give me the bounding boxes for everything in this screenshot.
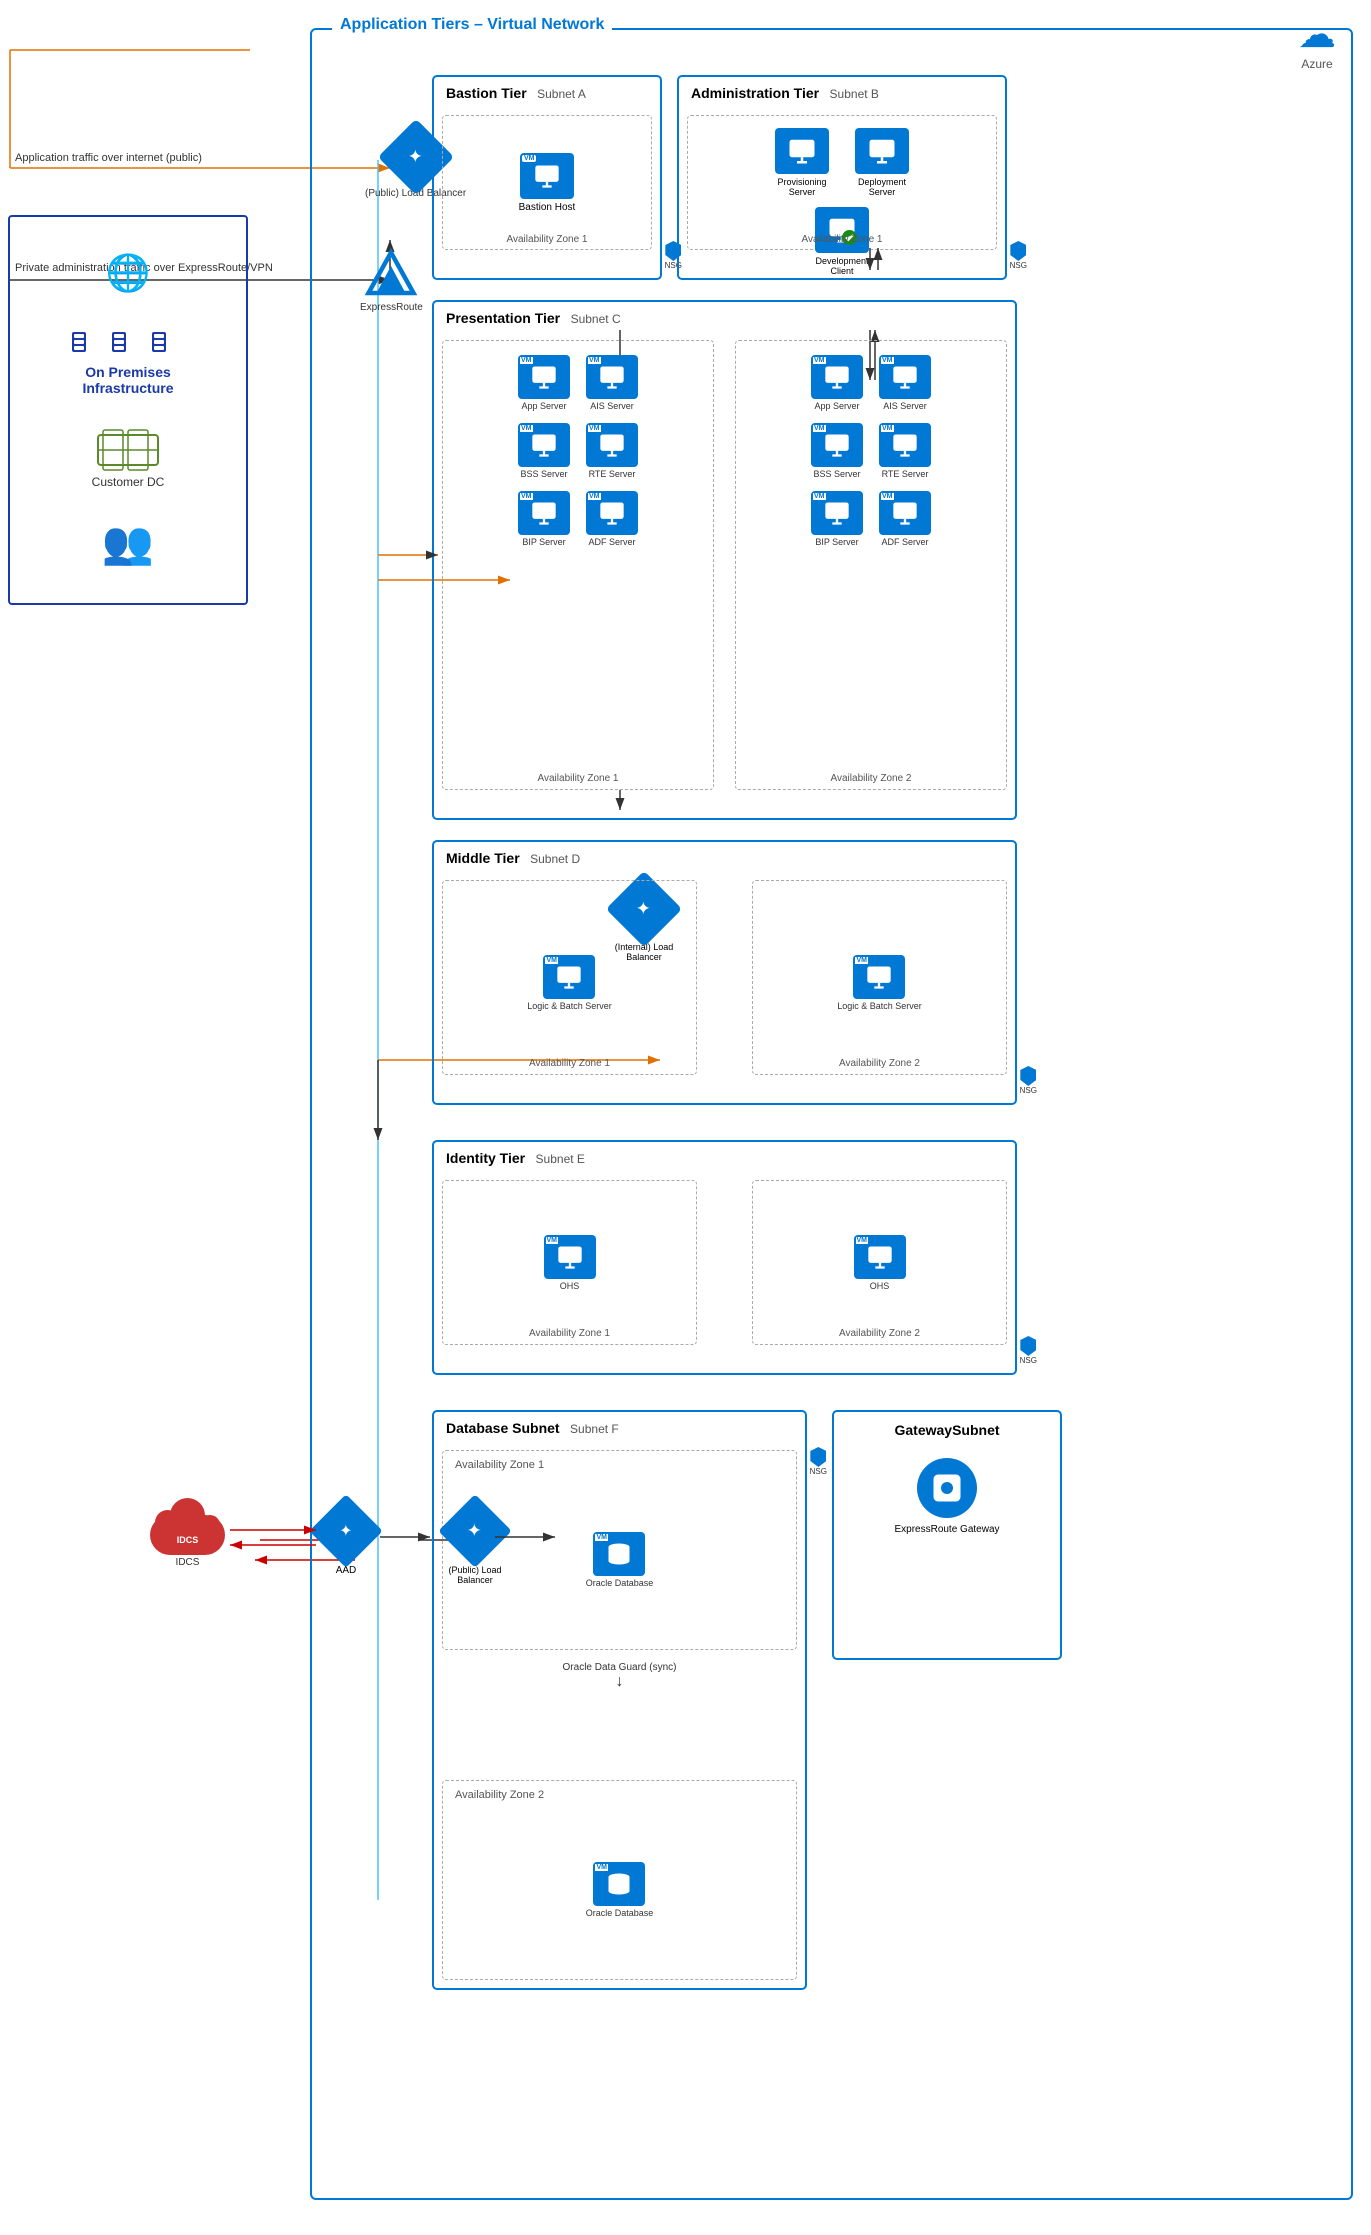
db-az1-icon: VM Oracle Database (586, 1532, 654, 1588)
middle-az1-box: VM Logic & Batch Server Availability Zon… (442, 880, 697, 1075)
bastion-tier-title: Bastion Tier Subnet A (446, 85, 586, 103)
gateway-subnet-title: GatewaySubnet (894, 1422, 999, 1438)
identity-lb-icon: ✦ (Public) Load Balancer (435, 1505, 515, 1585)
on-premises-box: 🌐 On PremisesInfrastructure Customer DC … (8, 215, 248, 605)
customer-dc-label: Customer DC (92, 475, 165, 489)
admin-nsg: NSG (1010, 241, 1027, 270)
db-az2-icon: VM Oracle Database (586, 1862, 654, 1918)
pres-az1-label: Availability Zone 1 (538, 773, 619, 784)
pres-az2-bss-server: VM BSS Server (811, 423, 863, 479)
pres-az2-rte-server: VM RTE Server (879, 423, 931, 479)
presentation-tier-header: Presentation Tier Subnet C (446, 310, 621, 328)
presentation-az2-box: VM App Server VM AIS Server (735, 340, 1007, 790)
customer-dc: Customer DC (92, 425, 165, 489)
identity-az1-ohs: VM OHS (544, 1235, 596, 1291)
identity-az2-ohs: VM OHS (854, 1235, 906, 1291)
middle-nsg: NSG (1020, 1066, 1037, 1095)
pres-az1-rte-server: VM RTE Server (586, 423, 638, 479)
admin-az-label: Availability Zone 1 (802, 234, 883, 245)
db-az2-box: Availability Zone 2 VM Oracle Database (442, 1780, 797, 1980)
user-cloud-icon: 🌐 (106, 252, 151, 294)
identity-nsg: NSG (1020, 1336, 1037, 1365)
middle-tier-box: Middle Tier Subnet D ✦ (Internal) Load B… (432, 840, 1017, 1105)
app-traffic-label: Application traffic over internet (publi… (15, 152, 202, 164)
pres-az2-adf-server: VM ADF Server (879, 491, 931, 547)
users-icon: 👥 (102, 519, 154, 568)
pres-az2-app-server: VM App Server (811, 355, 863, 411)
admin-tier-header: Administration Tier Subnet B (691, 85, 879, 103)
diagram-container: ☁ Azure Application traffic over interne… (0, 0, 1371, 2235)
database-subnet-box: Database Subnet Subnet F Availability Zo… (432, 1410, 807, 1990)
pres-az1-app-server: VM App Server (518, 355, 570, 411)
middle-az2-box: VM Logic & Batch Server Availability Zon… (752, 880, 1007, 1075)
vnet-box: Application Tiers – Virtual Network Bast… (310, 28, 1353, 2200)
on-prem-infra: On PremisesInfrastructure (70, 324, 186, 396)
pres-az2-label: Availability Zone 2 (831, 773, 912, 784)
identity-az1-box: VM OHS Availability Zone 1 (442, 1180, 697, 1345)
provisioning-server-icon: Provisioning Server (772, 128, 832, 197)
middle-az2-server: VM Logic & Batch Server (837, 955, 922, 1011)
identity-az2-box: VM OHS Availability Zone 2 (752, 1180, 1007, 1345)
pres-az2-ais-server: VM AIS Server (879, 355, 931, 411)
identity-tier-box: Identity Tier Subnet E VM OHS Availabili… (432, 1140, 1017, 1375)
presentation-az1-box: VM App Server VM AIS Server (442, 340, 714, 790)
admin-az1-box: Provisioning Server Deployment Server (687, 115, 997, 250)
gateway-subnet-box: GatewaySubnet ExpressRoute Gateway (832, 1410, 1062, 1660)
db-header: Database Subnet Subnet F (446, 1420, 619, 1438)
pres-az1-ais-server: VM AIS Server (586, 355, 638, 411)
middle-tier-header: Middle Tier Subnet D (446, 850, 580, 868)
pres-az1-bss-server: VM BSS Server (518, 423, 570, 479)
pres-az1-bip-server: VM BIP Server (518, 491, 570, 547)
vnet-title: Application Tiers – Virtual Network (332, 16, 612, 34)
bastion-host-icon: VM Bastion Host (519, 153, 576, 213)
admin-tier-box: Administration Tier Subnet B Provisionin… (677, 75, 1007, 280)
pres-az1-adf-server: VM ADF Server (586, 491, 638, 547)
aad-icon: ✦ AAD (320, 1505, 372, 1576)
identity-tier-header: Identity Tier Subnet E (446, 1150, 585, 1168)
db-nsg: NSG (810, 1447, 827, 1476)
on-prem-title: On PremisesInfrastructure (82, 364, 173, 396)
pres-az2-bip-server: VM BIP Server (811, 491, 863, 547)
bastion-tier-box: Bastion Tier Subnet A VM Bastion Host Av… (432, 75, 662, 280)
presentation-tier-box: Presentation Tier Subnet C VM App Server (432, 300, 1017, 820)
idcs-icon: IDCS IDCS (150, 1495, 225, 1568)
deployment-server-icon: Deployment Server (852, 128, 912, 197)
sync-label: Oracle Data Guard (sync) ↓ (563, 1662, 677, 1691)
middle-az1-server: VM Logic & Batch Server (527, 955, 612, 1011)
bastion-az1-box: VM Bastion Host Availability Zone 1 (442, 115, 652, 250)
er-gateway-icon: ExpressRoute Gateway (894, 1458, 999, 1535)
